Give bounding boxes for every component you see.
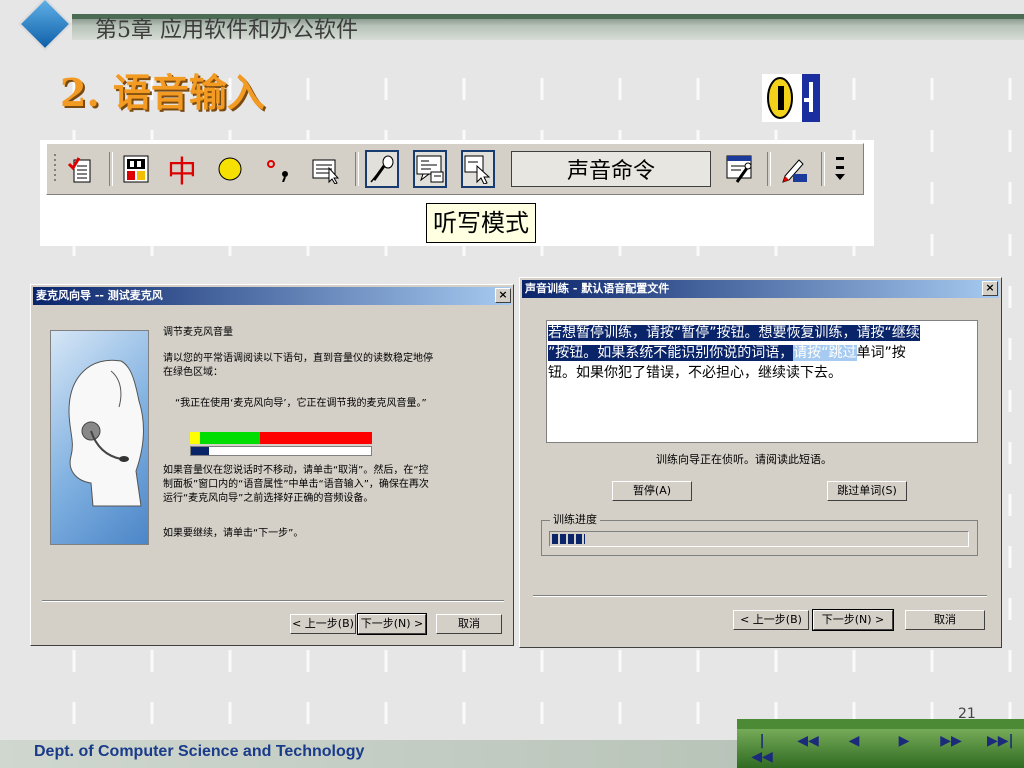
correction-icon[interactable] (63, 150, 97, 188)
microphone-icon[interactable] (365, 150, 399, 188)
training-text-line: 若想暂停训练，请按“暂停”按钮。想要恢复训练，请按“继续 (548, 325, 920, 341)
mic-wizard-continue: 如果要继续，请单击“下一步”。 (163, 528, 304, 539)
last-slide-button[interactable]: ▶▶| (987, 733, 1014, 749)
chinese-mode-icon[interactable]: 中 (165, 150, 199, 190)
cancel-button[interactable]: 取消 (436, 614, 502, 634)
options-icon[interactable] (827, 150, 853, 188)
current-word-highlight: 请按“跳过 (793, 345, 857, 361)
back-button[interactable]: < 上一步(B) (290, 614, 356, 634)
speaker-icon (762, 74, 820, 122)
handwriting-pad-icon[interactable] (119, 150, 153, 188)
next-button[interactable]: 下一步(N) > (812, 609, 894, 631)
training-text-line: ”按钮。如果系统不能识别你说的词语， (548, 345, 794, 361)
punctuation-icon[interactable] (261, 150, 295, 188)
speech-tools-icon[interactable] (723, 150, 757, 188)
next-button[interactable]: 下一步(N) > (357, 613, 427, 635)
progress-label: 训练进度 (550, 513, 600, 527)
chapter-title: 第5章 应用软件和办公软件 (95, 18, 358, 43)
grip-handle[interactable] (49, 150, 63, 188)
mic-wizard-intro: 请以您的平常语调阅读以下语句，直到音量仪的读数稳定地停在绿色区域： (163, 353, 433, 378)
prev-section-button[interactable]: ◀◀ (797, 733, 819, 749)
volume-level-bar (190, 446, 372, 456)
pause-button[interactable]: 暂停(A) (612, 481, 692, 501)
skip-word-button[interactable]: 跳过单词(S) (827, 481, 907, 501)
training-status: 训练向导正在侦听。请阅读此短语。 (656, 453, 832, 466)
voice-command-icon[interactable] (461, 150, 495, 188)
next-section-button[interactable]: ▶▶ (940, 733, 962, 749)
dictation-mode-icon[interactable] (413, 150, 447, 188)
divider (533, 595, 987, 597)
training-text-box: 若想暂停训练，请按“暂停”按钮。想要恢复训练，请按“继续 ”按钮。如果系统不能识… (546, 320, 978, 443)
mic-wizard-heading: 调节麦克风音量 (163, 327, 233, 338)
voice-command-status: 声音命令 (511, 151, 711, 187)
back-button[interactable]: < 上一步(B) (733, 610, 809, 630)
prev-slide-button[interactable]: ◀ (843, 733, 865, 749)
write-pad-icon[interactable] (777, 150, 811, 188)
volume-meter-scale (190, 432, 372, 444)
training-text-line: 钮。如果你犯了错误，不必担心，继续读下去。 (548, 365, 842, 381)
voice-training-title: 声音训练 - 默认语音配置文件 (522, 280, 999, 298)
dictation-tooltip: 听写模式 (426, 203, 536, 243)
mic-wizard-help: 如果音量仪在您说话时不移动，请单击“取消”。然后，在“控制面板”窗口内的“语音属… (163, 465, 429, 504)
language-bar: 中 声音命令 (46, 143, 864, 195)
soft-keyboard-icon[interactable] (309, 150, 343, 188)
cancel-button[interactable]: 取消 (905, 610, 985, 630)
footer-department: Dept. of Computer Science and Technology (34, 743, 365, 760)
mic-wizard-title: 麦克风向导 -- 测试麦克风 (33, 287, 511, 305)
close-icon[interactable]: × (495, 288, 511, 303)
close-icon[interactable]: × (982, 281, 998, 296)
slide-title: 2. 语音输入 (60, 70, 265, 115)
training-progress-bar (549, 531, 969, 547)
round-icon[interactable] (213, 150, 247, 188)
training-text-line: 单词”按 (856, 345, 906, 361)
slide-nav-bar (737, 719, 1024, 768)
next-slide-button[interactable]: ▶ (893, 733, 915, 749)
mic-wizard-quote: “我正在使用‘麦克风向导’，它正在调节我的麦克风音量。” (175, 398, 427, 409)
divider (42, 600, 504, 602)
headset-user-illustration (50, 330, 149, 545)
first-slide-button[interactable]: |◀◀ (751, 733, 773, 765)
